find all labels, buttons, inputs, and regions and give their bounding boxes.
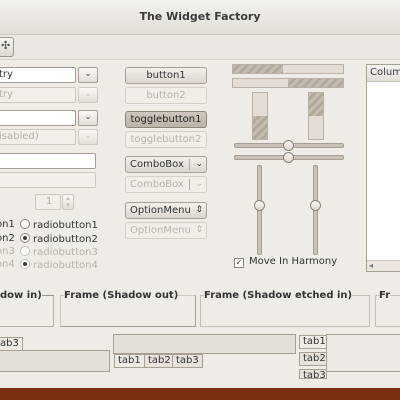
- vertical-progress-bar: [252, 92, 268, 140]
- horizontal-slider-handle[interactable]: [283, 140, 294, 151]
- vertical-slider-handle[interactable]: [254, 200, 265, 211]
- updown-arrows-icon: ⇕: [195, 225, 203, 235]
- entry-field-disabled: try: [0, 87, 76, 103]
- combo-entry[interactable]: [0, 110, 76, 126]
- checkbox-label: Move In Harmony: [249, 256, 338, 267]
- frame-shadow-etched-in-label: Frame (Shadow etched in): [204, 290, 353, 301]
- chevron-down-icon: ⌄: [195, 179, 203, 189]
- tab-left-3[interactable]: ab3: [0, 337, 23, 351]
- frame-shadow-out-label: Frame (Shadow out): [64, 290, 179, 301]
- optionmenu-disabled-label: OptionMenu: [130, 225, 191, 236]
- tab-mid-3[interactable]: tab3: [172, 354, 203, 368]
- entry-dropdown-button-disabled: ⌄: [78, 87, 98, 103]
- horizontal-progress-bar-inverted: [232, 78, 344, 88]
- entry-dropdown-button[interactable]: ⌄: [78, 67, 98, 83]
- frame-partial-label: Fr: [379, 290, 391, 301]
- radiobutton4: radiobutton4: [20, 259, 98, 271]
- togglebutton2: togglebutton2: [125, 131, 207, 148]
- horizontal-progress-bar: [232, 64, 344, 74]
- radio-indicator: [20, 219, 30, 229]
- radio-col1-4: on4: [0, 259, 15, 270]
- tab-right-2[interactable]: tab2: [299, 352, 327, 366]
- notebook-right-panel: [326, 334, 400, 372]
- combobox-disabled-label: ComboBox: [130, 179, 184, 190]
- scroll-left-icon: ◂: [369, 261, 374, 270]
- entry-field[interactable]: try: [0, 67, 76, 83]
- radiobutton3-label: radiobutton3: [33, 247, 98, 258]
- toolbar-button[interactable]: ✣: [0, 37, 14, 57]
- tab-mid-1[interactable]: tab1: [114, 354, 145, 368]
- horizontal-scrollbar[interactable]: ◂: [367, 260, 400, 271]
- radio-indicator-selected: [20, 233, 30, 243]
- text-entry[interactable]: [0, 153, 96, 169]
- tab-mid-2[interactable]: tab2: [144, 354, 175, 368]
- radiobutton1-label: radiobutton1: [33, 220, 98, 231]
- combobox[interactable]: ComboBox ⌄: [125, 156, 207, 173]
- togglebutton1[interactable]: togglebutton1: [125, 111, 207, 128]
- combobox-disabled: ComboBox ⌄: [125, 176, 207, 193]
- radio-col1-2-label: on2: [0, 233, 15, 244]
- progress-fill: [288, 79, 343, 87]
- text-entry-disabled: [0, 172, 96, 188]
- radio-col1-3-label: on3: [0, 246, 15, 257]
- radiobutton2-label: radiobutton2: [33, 234, 98, 245]
- vertical-slider-handle[interactable]: [310, 200, 321, 211]
- main-window: The Widget Factory ✣ try ⌄ try ⌄ ⌄ isabl…: [0, 0, 400, 388]
- optionmenu-disabled: OptionMenu ⇕: [125, 222, 207, 239]
- progress-fill: [253, 116, 267, 139]
- horizontal-slider-handle[interactable]: [283, 152, 294, 163]
- radiobutton3: radiobutton3: [20, 246, 98, 258]
- frame-shadow-in-label: dow in): [0, 290, 42, 301]
- spin-button-value: 1: [35, 194, 61, 210]
- vertical-progress-bar-inverted: [308, 92, 324, 140]
- combo-entry-disabled: isabled): [0, 129, 76, 145]
- radio-col1-4-label: on4: [0, 259, 15, 270]
- checkbox-checked-icon: ✓: [234, 258, 244, 268]
- optionmenu-label: OptionMenu: [130, 205, 191, 216]
- chevron-down-icon: ⌄: [195, 159, 203, 169]
- radiobutton1[interactable]: radiobutton1: [20, 219, 98, 231]
- radio-col1-2[interactable]: on2: [0, 233, 15, 244]
- toolbar: ✣: [0, 35, 400, 60]
- progress-fill: [233, 65, 283, 73]
- combobox-label: ComboBox: [130, 159, 184, 170]
- radio-col1-1[interactable]: on1: [0, 219, 15, 230]
- optionmenu[interactable]: OptionMenu ⇕: [125, 202, 207, 219]
- window-title: The Widget Factory: [139, 10, 261, 23]
- notebook-left-panel: [0, 350, 110, 372]
- updown-arrows-icon: ⇕: [195, 205, 203, 215]
- combo-entry-disabled-dropdown: ⌄: [78, 129, 98, 145]
- combo-entry-dropdown[interactable]: ⌄: [78, 110, 98, 126]
- button1[interactable]: button1: [125, 67, 207, 84]
- title-bar[interactable]: The Widget Factory: [0, 0, 400, 35]
- radiobutton4-label: radiobutton4: [33, 260, 98, 271]
- radio-col1-1-label: on1: [0, 219, 15, 230]
- radio-indicator: [20, 246, 30, 256]
- puzzle-icon: ✣: [1, 39, 11, 52]
- tab-right-3[interactable]: tab3: [299, 369, 327, 379]
- tree-view[interactable]: Colum ◂: [366, 64, 400, 272]
- radio-indicator-selected: [20, 259, 30, 269]
- notebook-mid-panel: [113, 334, 296, 354]
- radio-col1-3: on3: [0, 246, 15, 257]
- radiobutton2[interactable]: radiobutton2: [20, 233, 98, 245]
- tab-right-1[interactable]: tab1: [299, 335, 327, 349]
- progress-fill: [309, 93, 323, 116]
- move-in-harmony-checkbox[interactable]: ✓ Move In Harmony: [234, 256, 337, 268]
- tree-column-header[interactable]: Colum: [367, 65, 400, 82]
- spin-button-arrows: ▴ ▾: [62, 194, 74, 210]
- button2: button2: [125, 87, 207, 104]
